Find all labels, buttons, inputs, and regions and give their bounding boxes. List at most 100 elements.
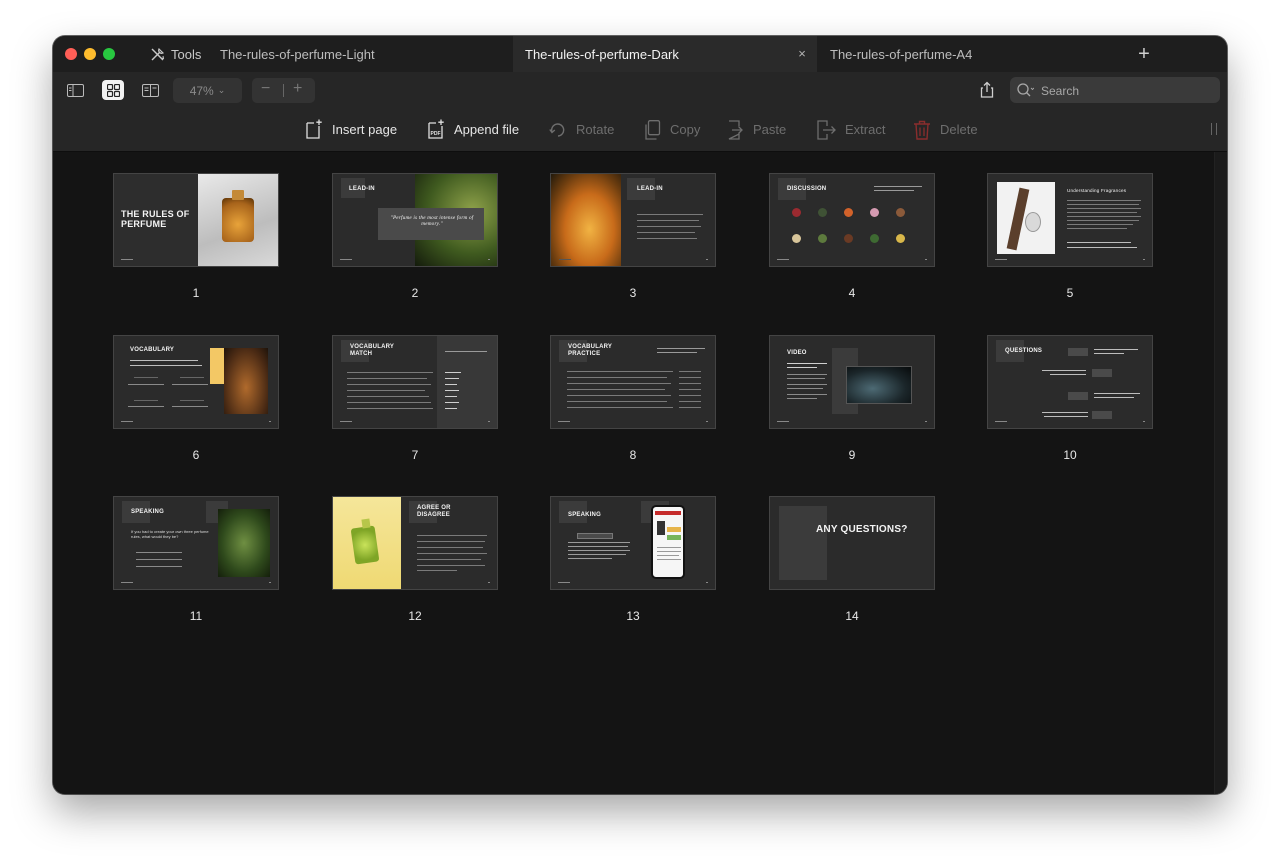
text-line (128, 384, 164, 385)
phone-mockup (651, 505, 685, 579)
page-number: 10 (1063, 448, 1077, 462)
tab-a4[interactable]: The-rules-of-perfume-A4 (818, 36, 1078, 72)
delete-button[interactable]: Delete (913, 108, 978, 151)
slide-preview: VOCABULARY PRACTICE (550, 335, 716, 429)
zoom-select[interactable]: 47% ⌄ (173, 78, 242, 103)
minimize-window-button[interactable] (84, 48, 96, 60)
paste-button[interactable]: Paste (726, 108, 786, 151)
page-thumbnail[interactable]: VIDEO 9 (769, 335, 935, 462)
page-number: 8 (629, 448, 637, 462)
slide-footer (995, 421, 1007, 422)
zoom-value: 47% (189, 83, 214, 98)
page-thumbnail[interactable]: VOCABULARY PRACTICE 8 (550, 335, 716, 462)
answer-line (136, 552, 182, 553)
slide-title: SPEAKING (568, 512, 601, 518)
text-line (347, 378, 427, 379)
slide-title: ANY QUESTIONS? (816, 524, 908, 535)
slide-preview: VOCABULARY (113, 335, 279, 429)
close-tab-icon[interactable]: × (795, 47, 809, 61)
quote-box: "Perfume is the most intense form of mem… (378, 208, 484, 240)
text-line (445, 402, 459, 403)
text-line (874, 186, 922, 187)
page-thumbnail[interactable]: DISCUSSION 4 (769, 173, 935, 300)
vertical-scrollbar[interactable] (1214, 152, 1227, 794)
text-line (445, 408, 457, 409)
zoom-in-button[interactable]: + (293, 80, 302, 98)
answer-box (1092, 369, 1112, 377)
share-icon (980, 81, 994, 98)
answer-line (136, 559, 182, 560)
page-thumbnail[interactable]: VOCABULARY 6 (113, 335, 279, 462)
slide-preview: SPEAKING If you had to create your own t… (113, 496, 279, 590)
page-thumbnail[interactable]: LEAD-IN 3 (550, 173, 716, 300)
page-thumbnail[interactable]: Understanding Fragrances 5 (987, 173, 1153, 300)
text-line (180, 400, 204, 401)
slide-preview: LEAD-IN "Perfume is the most intense for… (332, 173, 498, 267)
slide-title: VOCABULARY (130, 347, 175, 353)
rotate-button[interactable]: Rotate (549, 108, 614, 151)
extract-label: Extract (845, 122, 886, 137)
slide-title: THE RULES OF PERFUME (121, 209, 190, 229)
book-icon (141, 83, 159, 97)
text-line (1067, 212, 1137, 213)
page-thumbnail[interactable]: THE RULES OF PERFUME 1 (113, 173, 279, 300)
page-thumbnail[interactable]: SPEAKING If you had to create your own t… (113, 496, 279, 623)
text-line (568, 558, 612, 559)
close-window-button[interactable] (65, 48, 77, 60)
append-file-label: Append file (454, 122, 520, 137)
bottle-photo (224, 348, 268, 414)
search-input[interactable] (1039, 81, 1213, 101)
answer-blank (679, 389, 701, 390)
page-number: 5 (1066, 286, 1074, 300)
page-number: 6 (192, 448, 200, 462)
text-line (445, 384, 457, 385)
share-button[interactable] (977, 80, 997, 100)
page-number: 11 (189, 609, 203, 623)
paste-icon (728, 119, 743, 140)
text-line (417, 535, 487, 536)
text-line (172, 384, 208, 385)
text-line (657, 348, 705, 349)
page-thumbnail[interactable]: VOCABULARY MATCH 7 (332, 335, 498, 462)
resize-handle[interactable] (1211, 123, 1217, 135)
text-line (567, 407, 673, 408)
text-line (1094, 353, 1124, 354)
extract-button[interactable]: Extract (816, 108, 885, 151)
text-line (1094, 397, 1134, 398)
driftwood-photo (997, 182, 1055, 254)
copy-button[interactable]: Copy (644, 108, 700, 151)
text-line (172, 406, 208, 407)
text-line (445, 351, 487, 352)
insert-page-icon (306, 119, 322, 139)
zoom-window-button[interactable] (103, 48, 115, 60)
tab-dark[interactable]: The-rules-of-perfume-Dark × (513, 36, 817, 72)
ingredient-dot (844, 234, 853, 243)
page-thumbnail[interactable]: ANY QUESTIONS? 14 (769, 496, 935, 623)
text-line (134, 400, 158, 401)
page-view-button[interactable] (139, 80, 161, 100)
page-thumbnail[interactable]: AGREE OR DISAGREE 12 (332, 496, 498, 623)
sidebar-view-button[interactable] (64, 80, 86, 100)
flower-photo (551, 174, 621, 266)
page-thumbnail[interactable]: SPEAKING 13 (550, 496, 716, 623)
grid-view-button[interactable] (102, 80, 124, 100)
tab-label: The-rules-of-perfume-Dark (525, 46, 679, 62)
tab-light[interactable]: The-rules-of-perfume-Light (208, 36, 513, 72)
search-box (1010, 77, 1220, 103)
text-line (637, 232, 695, 233)
text-line (445, 390, 459, 391)
insert-page-button[interactable]: Insert page (305, 108, 397, 151)
new-tab-button[interactable]: + (1133, 43, 1155, 65)
append-file-button[interactable]: PDF Append file (427, 108, 519, 151)
answer-box (1068, 392, 1088, 400)
tools-button[interactable]: Tools (150, 36, 201, 72)
slide-title: LEAD-IN (349, 186, 375, 192)
text-line (657, 352, 697, 353)
page-thumbnail[interactable]: LEAD-IN "Perfume is the most intense for… (332, 173, 498, 300)
page-thumbnail[interactable]: QUESTIONS 10 (987, 335, 1153, 462)
zoom-out-button[interactable]: − (261, 80, 270, 98)
text-line (130, 365, 202, 366)
slide-footer (995, 259, 1007, 260)
slide-title: DISCUSSION (787, 186, 827, 192)
page-thumbnail-grid: THE RULES OF PERFUME 1 LEAD-IN "Perfume … (53, 152, 1227, 794)
